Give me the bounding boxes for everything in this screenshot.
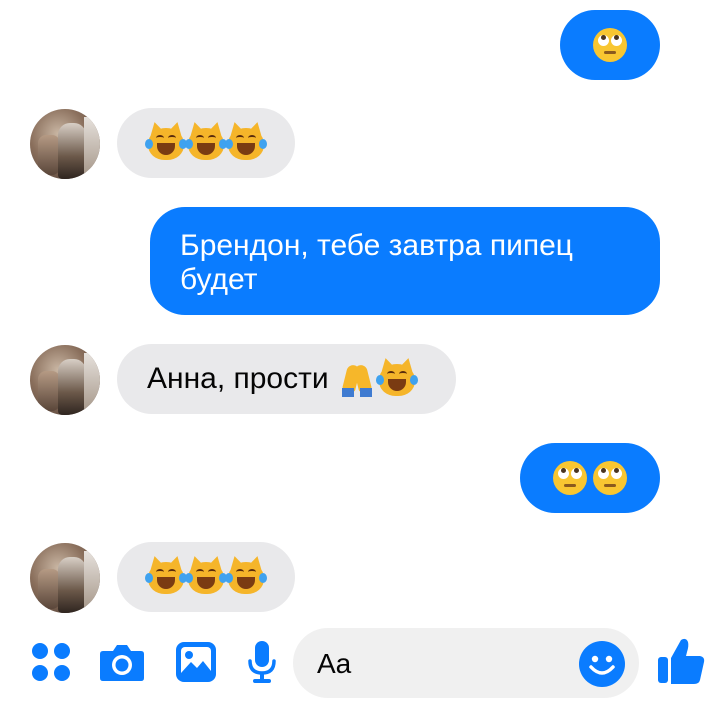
cat-tears-of-joy-emoji	[225, 124, 267, 162]
message-bubble-incoming[interactable]: Анна, прости	[117, 344, 456, 414]
microphone-icon[interactable]	[248, 640, 276, 689]
message-input-placeholder: Aa	[317, 648, 352, 679]
avatar[interactable]	[30, 109, 100, 179]
gallery-icon[interactable]	[175, 641, 217, 688]
folded-hands-emoji	[338, 360, 376, 398]
message-bubble-outgoing[interactable]	[520, 443, 660, 513]
message-text: Брендон, тебе завтра пипец будет	[180, 229, 573, 296]
rolling-eyes-emoji	[591, 459, 629, 497]
chat-screen: Брендон, тебе завтра пипец будет Анна, п…	[0, 0, 720, 706]
apps-icon[interactable]	[30, 641, 72, 688]
cat-tears-of-joy-emoji	[375, 360, 418, 398]
rolling-eyes-emoji	[591, 26, 629, 64]
cat-tears-of-joy-emoji	[185, 558, 227, 596]
message-bubble-incoming[interactable]	[117, 108, 295, 178]
avatar[interactable]	[30, 345, 100, 415]
avatar[interactable]	[30, 543, 100, 613]
cat-tears-of-joy-emoji	[145, 124, 187, 162]
message-text: Анна, прости	[147, 362, 329, 395]
cat-tears-of-joy-emoji	[145, 558, 187, 596]
thumbs-up-icon[interactable]	[656, 636, 706, 691]
message-composer: Aa	[0, 622, 720, 706]
camera-icon[interactable]	[99, 642, 145, 687]
emoji-smile-icon[interactable]	[579, 641, 625, 692]
message-input[interactable]: Aa	[293, 628, 639, 698]
message-bubble-incoming[interactable]	[117, 542, 295, 612]
cat-tears-of-joy-emoji	[225, 558, 267, 596]
cat-tears-of-joy-emoji	[185, 124, 227, 162]
message-bubble-outgoing[interactable]	[560, 10, 660, 80]
rolling-eyes-emoji	[551, 459, 589, 497]
message-bubble-outgoing[interactable]: Брендон, тебе завтра пипец будет	[150, 207, 660, 315]
